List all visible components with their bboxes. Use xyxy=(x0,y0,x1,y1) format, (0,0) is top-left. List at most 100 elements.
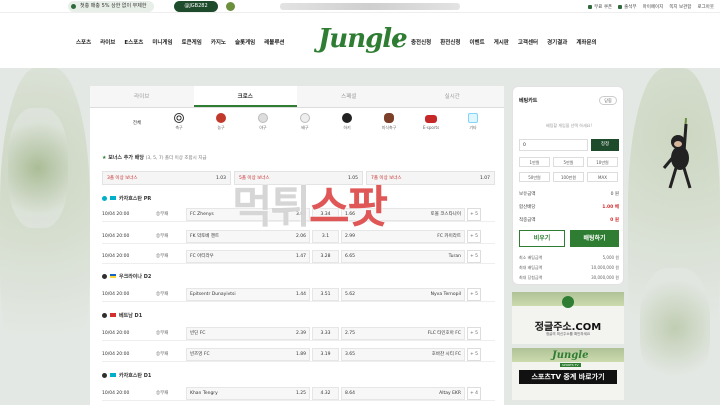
nav-slot[interactable]: 슬롯게임 xyxy=(235,38,255,46)
top-link-logout[interactable]: 로그아웃 xyxy=(697,4,714,10)
nav-support[interactable]: 고객센터 xyxy=(518,38,538,46)
away-odd-button[interactable]: 2.75 FLC 타인호아 FC xyxy=(341,326,465,340)
bonus-3[interactable]: 3폴 이상 보너스 1.03 xyxy=(102,171,231,185)
more-markets-button[interactable]: + 5 xyxy=(467,347,481,361)
banner-title: 정글주소.COM xyxy=(534,322,602,333)
soccer-ball-icon xyxy=(102,372,107,378)
sport-soccer[interactable]: 축구 xyxy=(158,113,200,131)
promo-badge[interactable]: @JGB282 xyxy=(174,1,218,12)
quick-amount-100k[interactable]: 10만원 xyxy=(587,157,618,167)
nav-live[interactable]: 라이브 xyxy=(100,38,115,46)
site-logo[interactable]: Jungle xyxy=(318,21,408,57)
promo-notice[interactable]: 첫충 매충 5% 상한 없이 무제한 xyxy=(68,1,155,12)
draw-odd-button[interactable]: 3.33 xyxy=(312,326,339,340)
home-odd-button[interactable]: FC 아티라우 1.47 xyxy=(186,249,310,263)
bonus-title: ★ 보너스 추가 배당 (3, 5, 7) 폴더 이상 조합시 지급 xyxy=(102,154,206,161)
more-markets-button[interactable]: + 5 xyxy=(467,326,481,340)
limit-value: 10,000,000 원 xyxy=(591,265,619,270)
sport-baseball[interactable]: 야구 xyxy=(242,113,284,131)
match-date: 10/04 20:00 xyxy=(102,233,130,239)
away-odd-button[interactable]: 5.62 Nyva Ternopil xyxy=(341,287,465,301)
nav-revolution[interactable]: 레볼루션 xyxy=(264,38,284,46)
nav-right: 충전신청 환전신청 이벤트 게시판 고객센터 경기결과 계좌문의 xyxy=(411,38,597,46)
paw-icon xyxy=(392,37,399,44)
nav-casino[interactable]: 카지노 xyxy=(211,38,226,46)
flag-kz-icon xyxy=(110,196,116,200)
draw-odd: 3.33 xyxy=(320,330,331,336)
address-banner[interactable]: 정글주소.COM 정글의 최신주소를 확인하세요 xyxy=(512,292,624,344)
main-nav: 스포츠 라이브 E스포츠 미니게임 토큰게임 카지노 슬롯게임 레볼루션 Jun… xyxy=(0,13,720,68)
home-odd-button[interactable]: 빈즈엉 FC 1.89 xyxy=(186,347,310,361)
draw-odd-button[interactable]: 3.19 xyxy=(312,347,339,361)
tab-live[interactable]: 라이브 xyxy=(90,86,194,107)
away-odd: 6.65 xyxy=(345,253,356,259)
away-team: Nyva Ternopil xyxy=(430,291,461,297)
bet-slip-hint: 배팅할 게임을 선택 하세요! xyxy=(546,123,592,128)
top-link-coupon[interactable]: 무료 쿠폰 xyxy=(588,4,612,10)
tab-cross[interactable]: 크로스 xyxy=(193,86,297,107)
sport-all[interactable]: 전체 xyxy=(116,119,158,126)
match-date: 10/04 20:00 xyxy=(102,390,130,396)
slip-row-value: 1.00 배 xyxy=(602,205,619,210)
tab-realtime[interactable]: 실시간 xyxy=(400,86,504,107)
home-odd-button[interactable]: 빈딘 FC 2.39 xyxy=(186,326,310,340)
sport-football[interactable]: 미식축구 xyxy=(368,113,410,131)
draw-odd-button[interactable]: 4.32 xyxy=(312,386,339,400)
nav-event[interactable]: 이벤트 xyxy=(470,38,485,46)
quick-amount-1m[interactable]: 100만원 xyxy=(553,172,584,182)
slip-balance: 보유금액 0 원 xyxy=(519,191,619,197)
nav-deposit[interactable]: 충전신청 xyxy=(411,38,431,46)
nav-withdraw[interactable]: 환전신청 xyxy=(440,38,460,46)
nav-results[interactable]: 경기결과 xyxy=(547,38,567,46)
nav-board[interactable]: 게시판 xyxy=(494,38,509,46)
more-markets-button[interactable]: + 4 xyxy=(467,386,481,400)
draw-odd-button[interactable]: 3.51 xyxy=(312,287,339,301)
place-bet-button[interactable]: 배팅하기 xyxy=(570,230,619,247)
nav-esports[interactable]: E스포츠 xyxy=(124,38,143,46)
limit-row: 최대 당첨금액 30,000,000 원 xyxy=(519,275,619,281)
clear-slip-button[interactable]: 비우기 xyxy=(519,230,565,247)
sport-etc[interactable]: 기타 xyxy=(452,113,494,131)
top-link-messages[interactable]: 쪽지 보관함 xyxy=(669,4,691,10)
home-team: FK 악토베 젠트 xyxy=(190,234,220,239)
sports-tv-banner[interactable]: Jungle SPORTS TV 스포츠TV 중계 바로가기 xyxy=(512,348,624,400)
tab-special[interactable]: 스페셜 xyxy=(297,86,401,107)
quick-amount-50k[interactable]: 5만원 xyxy=(553,157,584,167)
bet-amount-input[interactable]: 0 xyxy=(519,139,588,151)
top-bar: 첫충 매충 5% 상한 없이 무제한 @JGB282 무료 쿠폰 출석부 마이페… xyxy=(0,0,720,13)
sport-volleyball[interactable]: 배구 xyxy=(284,113,326,131)
nav-minigame[interactable]: 미니게임 xyxy=(152,38,172,46)
banner-tag: SPORTS TV xyxy=(560,363,581,367)
home-odd-button[interactable]: Epitsentr Dunayivtsi 1.44 xyxy=(186,287,310,301)
home-odd-button[interactable]: Khan Tengry 1.25 xyxy=(186,386,310,400)
quick-amount-10k[interactable]: 1만원 xyxy=(519,157,550,167)
top-link-mypage[interactable]: 마이페이지 xyxy=(643,4,664,10)
away-odd-button[interactable]: 6.65 Turan xyxy=(341,249,465,263)
more-markets-button[interactable]: + 5 xyxy=(467,249,481,263)
away-odd-button[interactable]: 3.65 호바찬 시티 FC xyxy=(341,347,465,361)
match-market: 승무패 xyxy=(156,292,169,297)
sport-hockey[interactable]: 하키 xyxy=(326,113,368,131)
nav-account[interactable]: 계좌문의 xyxy=(576,38,596,46)
jungle-logo-small: Jungle xyxy=(552,350,589,361)
limit-label: 최대 당첨금액 xyxy=(519,275,543,280)
bet-slip-close-button[interactable]: 닫힘 xyxy=(599,96,617,105)
betting-panel: 라이브 크로스 스페셜 실시간 전체 축구 농구 야구 배구 하키 미식축구 E… xyxy=(90,86,504,405)
draw-odd-button[interactable]: 3.28 xyxy=(312,249,339,263)
quick-amount-max[interactable]: MAX xyxy=(587,172,618,182)
slip-total-odds: 합산배당 1.00 배 xyxy=(519,204,619,210)
reset-amount-button[interactable]: 정정 xyxy=(591,139,619,151)
quick-amount-500k[interactable]: 50만원 xyxy=(519,172,550,182)
sport-esports[interactable]: E-sports xyxy=(410,114,452,130)
away-odd-button[interactable]: 8.64 Altay EKR xyxy=(341,386,465,400)
match-market: 승무패 xyxy=(156,331,169,336)
draw-odd: 3.28 xyxy=(320,253,331,259)
watermark-part1: 먹튀 xyxy=(232,182,311,233)
nav-tokengame[interactable]: 토큰게임 xyxy=(182,38,202,46)
more-markets-button[interactable]: + 5 xyxy=(467,287,481,301)
top-link-attendance[interactable]: 출석부 xyxy=(618,4,637,10)
nav-sports[interactable]: 스포츠 xyxy=(76,38,91,46)
sport-basketball[interactable]: 농구 xyxy=(200,113,242,131)
match-row: 10/04 20:00 승무패 빈딘 FC 2.39 3.33 2.75 FLC 타… xyxy=(102,326,495,341)
away-odd: 3.65 xyxy=(345,351,356,357)
